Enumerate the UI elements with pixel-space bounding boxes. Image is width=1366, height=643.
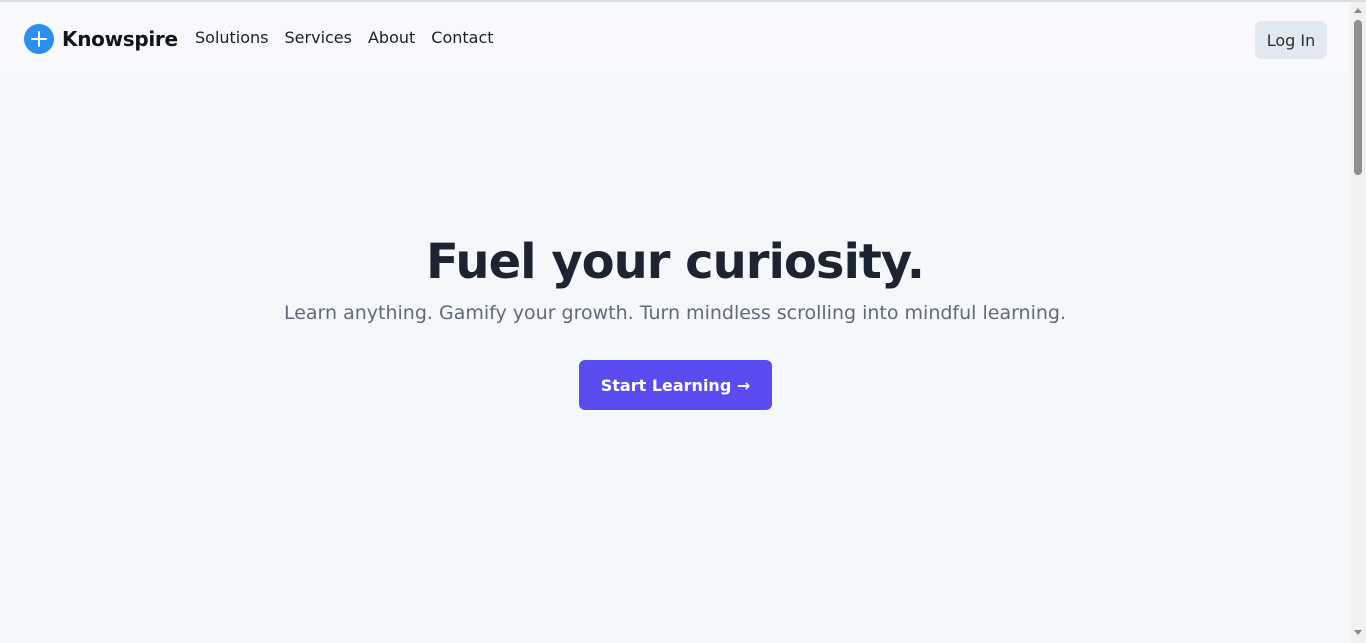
nav-link-about[interactable]: About [368,28,415,47]
start-learning-button[interactable]: Start Learning → [579,360,772,410]
vertical-scrollbar[interactable] [1350,2,1366,643]
landing-page: Knowspire Solutions Services About Conta… [0,2,1350,643]
brand-logo[interactable]: Knowspire [24,23,178,55]
scroll-down-icon[interactable] [1354,630,1362,635]
brand-name: Knowspire [62,27,178,51]
login-button[interactable]: Log In [1255,21,1327,59]
nav-link-services[interactable]: Services [285,28,352,47]
main-nav: Solutions Services About Contact [195,28,494,47]
scroll-up-icon[interactable] [1354,8,1362,13]
nav-link-solutions[interactable]: Solutions [195,28,269,47]
hero-subtitle: Learn anything. Gamify your growth. Turn… [283,302,1067,324]
hero-section: Fuel your curiosity. Learn anything. Gam… [0,230,1350,326]
nav-link-contact[interactable]: Contact [431,28,493,47]
hero-title: Fuel your curiosity. [426,234,925,290]
plus-circle-icon [24,24,54,54]
scrollbar-thumb[interactable] [1354,20,1362,175]
navbar: Knowspire Solutions Services About Conta… [0,2,1350,72]
